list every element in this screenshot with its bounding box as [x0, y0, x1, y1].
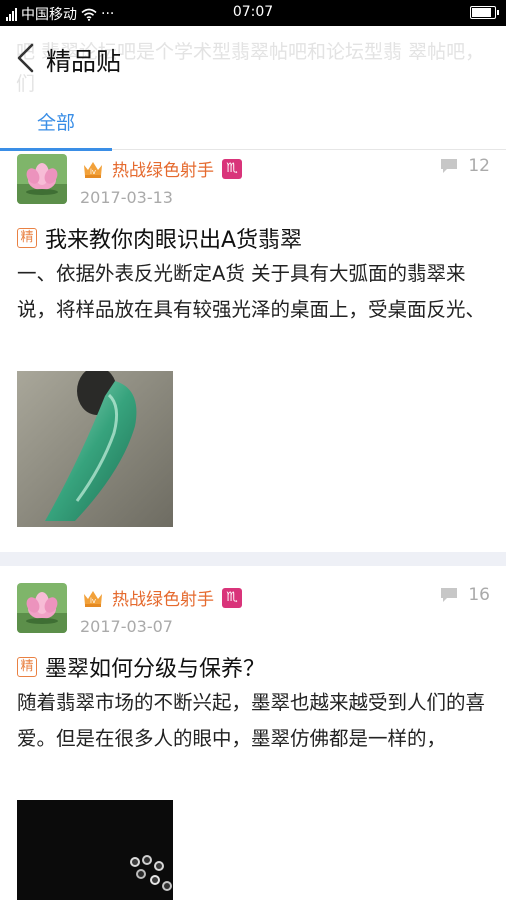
- level-badge: ♏: [222, 158, 242, 179]
- post-date: 2017-03-13: [80, 188, 173, 207]
- post-excerpt: 一、依据外表反光断定A货 关于具有大弧面的翡翠来说，将样品放在具有较强光泽的桌面…: [17, 262, 486, 321]
- featured-tag: 精: [17, 228, 37, 248]
- post-card[interactable]: lv 热战绿色射手 ♏ 2017-03-07 16 精 墨翠如何分级与保养？ 随…: [0, 579, 506, 900]
- lotus-avatar-image: [17, 154, 67, 204]
- post-divider: [0, 552, 506, 566]
- black-jade-image: [17, 800, 173, 900]
- jade-pendant-image: [17, 371, 173, 527]
- post-title-row[interactable]: 精 我来教你肉眼识出A货翡翠: [17, 222, 302, 254]
- comment-icon: [441, 159, 458, 173]
- nav-header: 吧 翡翠论坛吧是个学术型翡翠帖吧和论坛型翡 翠帖吧，们 精品贴: [0, 26, 506, 100]
- status-bar: 中国移动 ··· 07:07: [0, 0, 506, 26]
- tab-all[interactable]: 全部: [0, 100, 112, 151]
- crown-icon: lv: [84, 590, 102, 607]
- featured-tag: 精: [17, 657, 37, 677]
- crown-icon: lv: [84, 161, 102, 178]
- post-title[interactable]: 我来教你肉眼识出A货翡翠: [45, 222, 302, 254]
- tab-bar: 全部: [0, 100, 506, 151]
- lotus-avatar-image: [17, 583, 67, 633]
- reply-count-value: 16: [468, 585, 490, 605]
- chevron-left-icon[interactable]: [14, 42, 38, 74]
- tab-all-label: 全部: [36, 112, 75, 134]
- reply-count: 12: [440, 156, 490, 176]
- svg-text:lv: lv: [90, 168, 96, 176]
- author-row: lv 热战绿色射手 ♏: [82, 156, 242, 181]
- post-image[interactable]: [17, 800, 173, 900]
- battery-fill: [472, 8, 491, 17]
- comment-icon: [441, 588, 458, 602]
- post-excerpt: 随着翡翠市场的不断兴起，墨翠也越来越受到人们的喜爱。但是在很多人的眼中，墨翠仿佛…: [17, 691, 486, 750]
- battery-icon: [470, 6, 499, 19]
- svg-text:lv: lv: [90, 597, 96, 605]
- page-title: 精品贴: [46, 47, 122, 76]
- reply-count: 16: [440, 585, 490, 605]
- author-name[interactable]: 热战绿色射手: [112, 585, 214, 610]
- reply-count-value: 12: [468, 156, 490, 176]
- post-title-row[interactable]: 精 墨翠如何分级与保养？: [17, 651, 265, 683]
- clock: 07:07: [232, 4, 274, 20]
- post-title[interactable]: 墨翠如何分级与保养？: [45, 651, 265, 683]
- post-image[interactable]: [17, 371, 173, 527]
- avatar[interactable]: [17, 154, 67, 204]
- author-row: lv 热战绿色射手 ♏: [82, 585, 242, 610]
- avatar[interactable]: [17, 583, 67, 633]
- level-badge: ♏: [222, 587, 242, 608]
- post-date: 2017-03-07: [80, 617, 173, 636]
- author-name[interactable]: 热战绿色射手: [112, 156, 214, 181]
- post-card[interactable]: lv 热战绿色射手 ♏ 2017-03-13 12 精 我来教你肉眼识出A货翡翠…: [0, 150, 506, 552]
